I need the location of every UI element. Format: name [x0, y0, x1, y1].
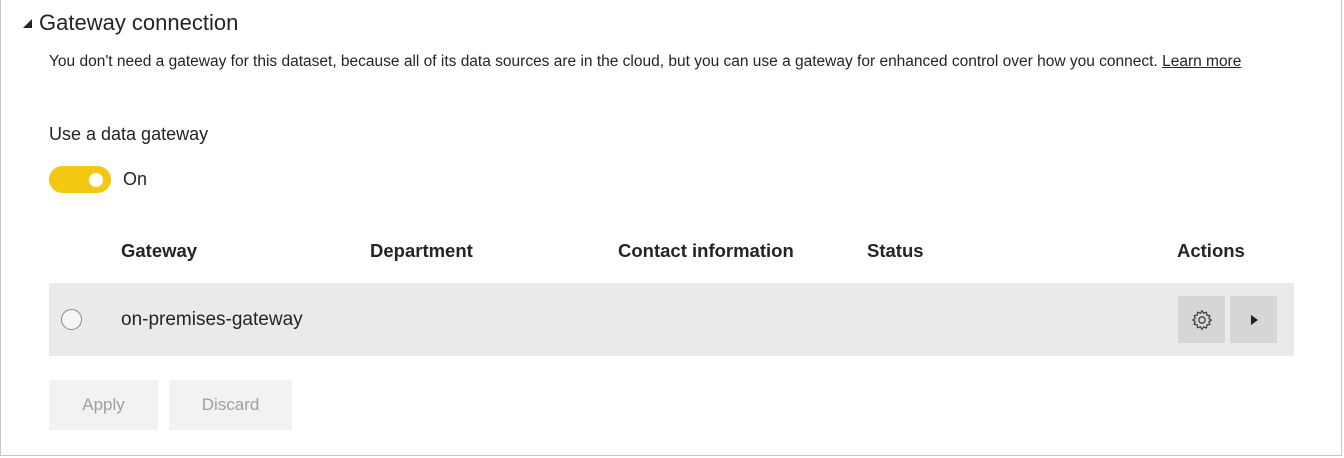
learn-more-link[interactable]: Learn more — [1162, 53, 1241, 70]
column-header-department: Department — [370, 240, 473, 261]
section-title: Gateway connection — [39, 10, 239, 35]
use-gateway-label: Use a data gateway — [49, 124, 209, 144]
toggle-knob — [89, 172, 103, 187]
gear-icon — [1191, 309, 1212, 330]
discard-button[interactable]: Discard — [169, 380, 292, 430]
column-header-actions: Actions — [1177, 240, 1245, 261]
section-description: You don't need a gateway for this datase… — [49, 50, 1289, 73]
section-header[interactable]: Gateway connection — [21, 8, 238, 38]
table-row[interactable]: on-premises-gateway — [49, 283, 1294, 356]
gateway-expand-button[interactable] — [1230, 296, 1277, 343]
chevron-right-icon — [1250, 314, 1258, 325]
gateway-settings-button[interactable] — [1178, 296, 1225, 343]
gateway-connection-panel: Gateway connection You don't need a gate… — [0, 0, 1342, 456]
description-text: You don't need a gateway for this datase… — [49, 53, 1158, 70]
column-header-contact: Contact information — [618, 240, 794, 261]
gateway-name: on-premises-gateway — [121, 309, 303, 330]
apply-button[interactable]: Apply — [49, 380, 158, 430]
use-gateway-toggle[interactable] — [49, 166, 111, 193]
collapse-triangle-icon[interactable] — [21, 17, 33, 29]
column-header-gateway: Gateway — [121, 240, 198, 261]
column-header-status: Status — [867, 240, 924, 261]
gateway-radio-button[interactable] — [61, 309, 82, 330]
toggle-state-label: On — [123, 169, 148, 189]
gateway-toggle-row: On — [49, 166, 147, 193]
